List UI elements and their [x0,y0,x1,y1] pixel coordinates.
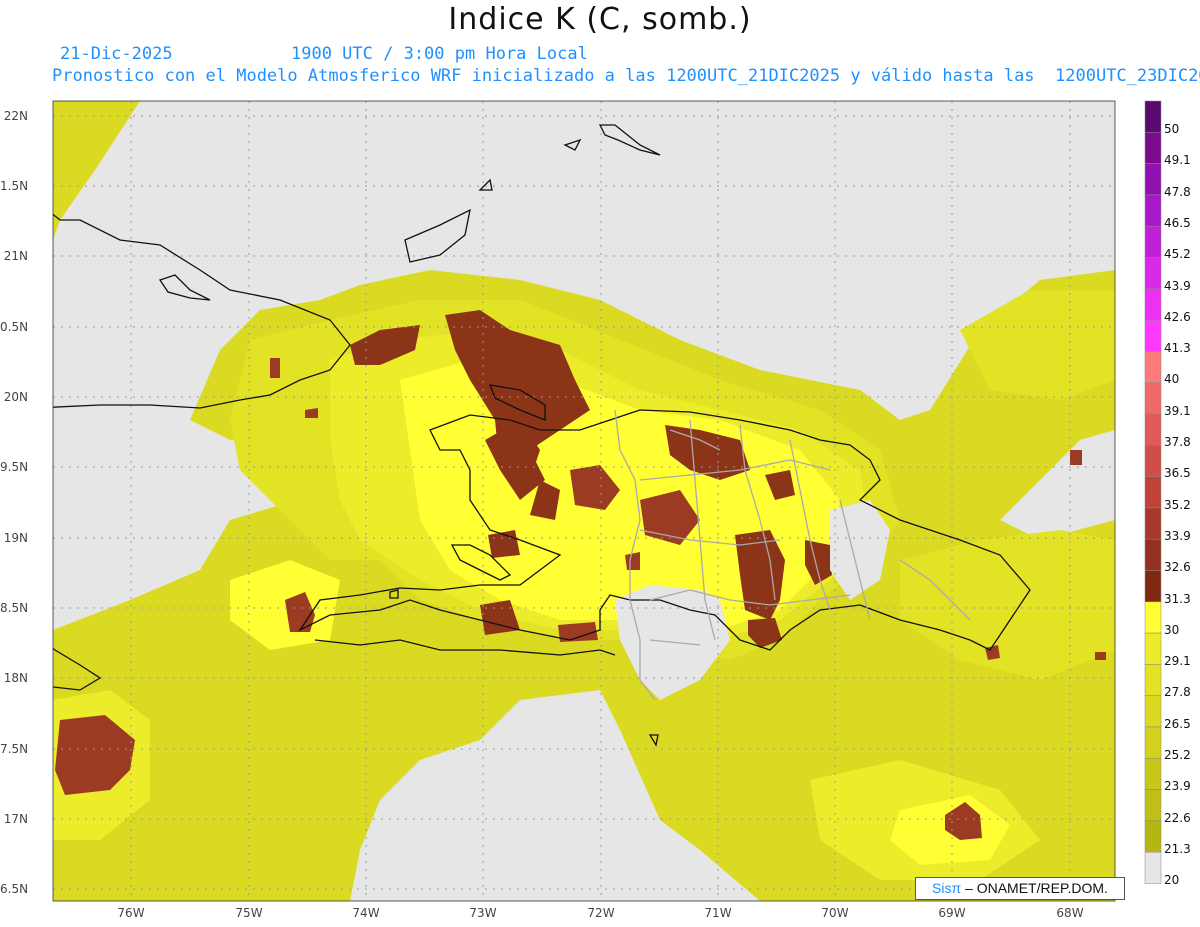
lon-label: 68W [1056,906,1084,920]
lat-label: 9.5N [0,460,29,474]
colorbar-swatch [1144,820,1162,853]
colorbar-label: 36.5 [1164,466,1191,481]
lat-label: 7.5N [0,742,29,756]
lat-label: 20N [3,390,28,404]
lat-label: 18N [3,671,28,685]
colorbar-label: 25.2 [1164,748,1191,762]
credit-logo-text: Sisπ [932,880,962,896]
credit-text: – ONAMET/REP.DOM. [961,880,1108,896]
colorbar-swatch [1144,695,1162,728]
colorbar-label: 42.6 [1164,309,1191,324]
lon-label: 74W [352,906,380,920]
colorbar-swatch [1144,319,1162,352]
k-index-map [52,100,1162,902]
colorbar-label: 45.2 [1164,247,1191,262]
colorbar-swatch [1144,288,1162,321]
colorbar-label: 33.9 [1164,528,1191,543]
lat-label: 17N [3,812,28,826]
colorbar-label: 35.2 [1164,497,1191,512]
lat-label: 8.5N [0,601,29,615]
colorbar-label: 21.3 [1164,841,1191,856]
lat-label: 6.5N [0,882,29,896]
lon-label: 69W [938,906,966,920]
colorbar-swatch [1144,413,1162,446]
colorbar-swatch [1144,132,1162,164]
lon-label: 71W [704,906,732,920]
colorbar-label: 47.8 [1164,184,1191,199]
colorbar-swatch [1144,225,1162,258]
colorbar-label: 32.6 [1164,560,1191,575]
colorbar-swatch [1144,726,1162,759]
colorbar-label: 46.5 [1164,215,1191,230]
colorbar-swatch [1144,445,1162,477]
colorbar-label: 50 [1164,122,1180,136]
colorbar-label: 26.5 [1164,716,1191,731]
credit-box: Sisπ – ONAMET/REP.DOM. [915,877,1125,900]
colorbar-label: 31.3 [1164,591,1191,606]
colorbar-swatch [1144,100,1162,133]
colorbar-label: 40 [1164,372,1180,387]
lat-label: 1.5N [0,179,29,193]
colorbar-swatch [1144,632,1162,665]
colorbar-label: 41.3 [1164,341,1191,356]
colorbar-label: 43.9 [1164,278,1191,293]
lat-label: 0.5N [0,320,29,334]
lon-label: 70W [821,906,849,920]
colorbar-swatch [1144,476,1162,509]
lat-label: 19N [3,531,28,545]
lon-label: 72W [587,906,615,920]
colorbar-swatch [1144,351,1162,383]
colorbar-swatch [1144,382,1162,415]
colorbar-label: 30 [1164,622,1180,637]
colorbar-label: 29.1 [1164,654,1191,669]
colorbar-swatch [1144,257,1162,290]
colorbar-swatch [1144,758,1162,790]
colorbar-label: 23.9 [1164,779,1191,794]
colorbar-label: 27.8 [1164,685,1191,700]
colorbar-label: 20 [1164,873,1180,888]
lat-label: 22N [3,109,28,123]
colorbar-swatch [1144,601,1162,634]
colorbar-label: 49.1 [1164,153,1191,168]
colorbar [1144,100,1162,884]
colorbar-swatch [1144,507,1162,540]
lon-label: 76W [117,906,145,920]
colorbar-label: 39.1 [1164,403,1191,418]
colorbar-label: 22.6 [1164,810,1191,825]
colorbar-swatch [1144,194,1162,227]
colorbar-swatch [1144,789,1162,822]
lon-label: 73W [469,906,497,920]
colorbar-swatch [1144,570,1162,603]
lon-label: 75W [235,906,263,920]
colorbar-swatch [1144,851,1162,884]
colorbar-swatch [1144,538,1162,571]
colorbar-label: 37.8 [1164,435,1191,449]
colorbar-swatch [1144,664,1162,696]
colorbar-swatch [1144,163,1162,196]
lat-label: 21N [3,249,28,263]
